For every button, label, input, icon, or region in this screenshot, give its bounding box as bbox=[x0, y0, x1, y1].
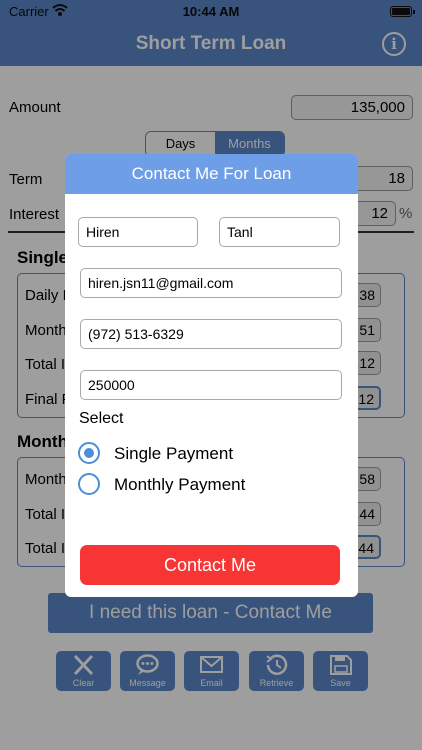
dialog-title: Contact Me For Loan bbox=[65, 154, 358, 194]
email-field[interactable]: hiren.jsn11@gmail.com bbox=[80, 268, 342, 298]
contact-dialog: Contact Me For Loan Hiren Tanl hiren.jsn… bbox=[65, 154, 358, 597]
first-name-field[interactable]: Hiren bbox=[78, 217, 198, 247]
monthly-payment-option-label[interactable]: Monthly Payment bbox=[114, 475, 245, 495]
single-payment-radio[interactable] bbox=[78, 442, 100, 464]
monthly-payment-radio[interactable] bbox=[78, 473, 100, 495]
last-name-field[interactable]: Tanl bbox=[219, 217, 340, 247]
select-label: Select bbox=[79, 410, 124, 427]
single-payment-option-label[interactable]: Single Payment bbox=[114, 444, 233, 464]
loan-amount-field[interactable]: 250000 bbox=[80, 370, 342, 400]
phone-field[interactable]: (972) 513-6329 bbox=[80, 319, 342, 349]
contact-me-button[interactable]: Contact Me bbox=[80, 545, 340, 585]
